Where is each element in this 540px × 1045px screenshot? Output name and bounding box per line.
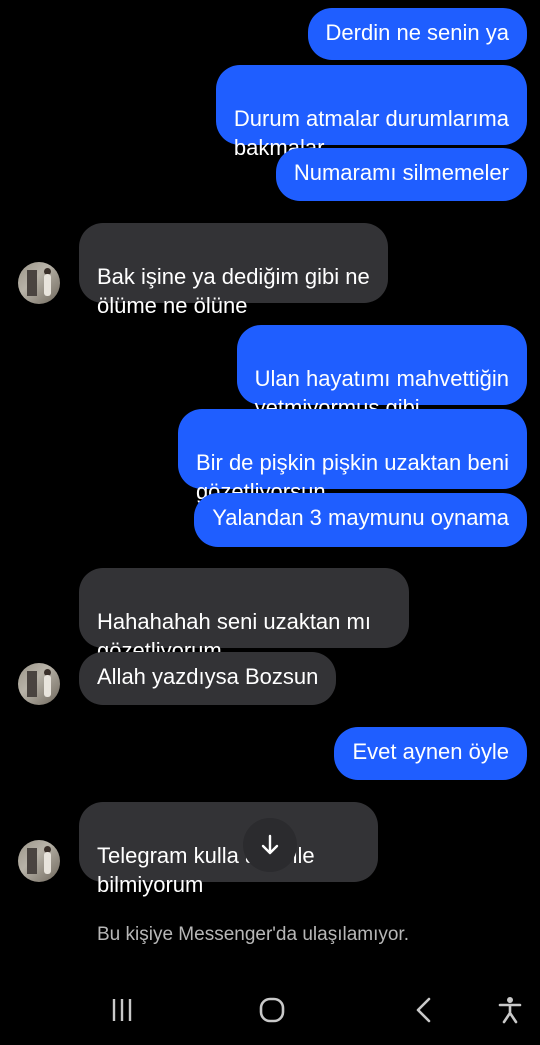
home-button[interactable] (248, 993, 296, 1027)
message-bubble-incoming[interactable]: Bak işine ya dediğim gibi ne ölüme ne öl… (79, 223, 388, 318)
home-icon (259, 997, 285, 1023)
scroll-to-bottom-button[interactable] (243, 818, 297, 872)
back-button[interactable] (404, 993, 444, 1027)
recent-apps-icon (112, 999, 132, 1021)
message-bubble-outgoing[interactable]: Bir de pişkin pişkin uzaktan beni gözetl… (177, 409, 527, 504)
contact-avatar[interactable] (18, 262, 60, 304)
recent-apps-button[interactable] (100, 993, 144, 1027)
message-text: Allah yazdıysa Bozsun (97, 664, 319, 689)
message-bubble-outgoing[interactable]: Yalandan 3 maymunu oynama (194, 493, 527, 547)
system-navigation-bar (0, 975, 540, 1045)
accessibility-icon (498, 997, 522, 1024)
message-bubble-outgoing[interactable]: Evet aynen öyle (334, 727, 527, 780)
message-bubble-outgoing[interactable]: Durum atmalar durumlarıma bakmalar (215, 65, 527, 160)
unreachable-status-text: Bu kişiye Messenger'da ulaşılamıyor. (97, 924, 409, 945)
message-text: Evet aynen öyle (352, 739, 509, 764)
message-bubble-incoming[interactable]: Telegram kulla ayı bile bilmiyorum (79, 802, 378, 897)
message-text: Bak işine ya dediğim gibi ne ölüme ne öl… (97, 264, 370, 318)
message-bubble-incoming[interactable]: Allah yazdıysa Bozsun (79, 652, 337, 705)
message-bubble-outgoing[interactable]: Derdin ne senin ya (307, 8, 527, 60)
back-icon (416, 997, 431, 1023)
message-bubble-incoming[interactable]: Hahahahah seni uzaktan mı gözetliyorum (79, 568, 409, 663)
message-bubble-outgoing[interactable]: Numaramı silmemeler (275, 148, 527, 201)
message-bubble-outgoing[interactable]: Ulan hayatımı mahvettiğin yetmiyormuş gi… (236, 325, 527, 420)
message-text: Yalandan 3 maymunu oynama (212, 505, 509, 530)
message-text: Numaramı silmemeler (293, 160, 509, 185)
arrow-down-icon (261, 834, 279, 855)
message-text: Derdin ne senin ya (325, 20, 509, 45)
accessibility-button[interactable] (490, 993, 530, 1027)
contact-avatar[interactable] (18, 663, 60, 705)
contact-avatar[interactable] (18, 840, 60, 882)
